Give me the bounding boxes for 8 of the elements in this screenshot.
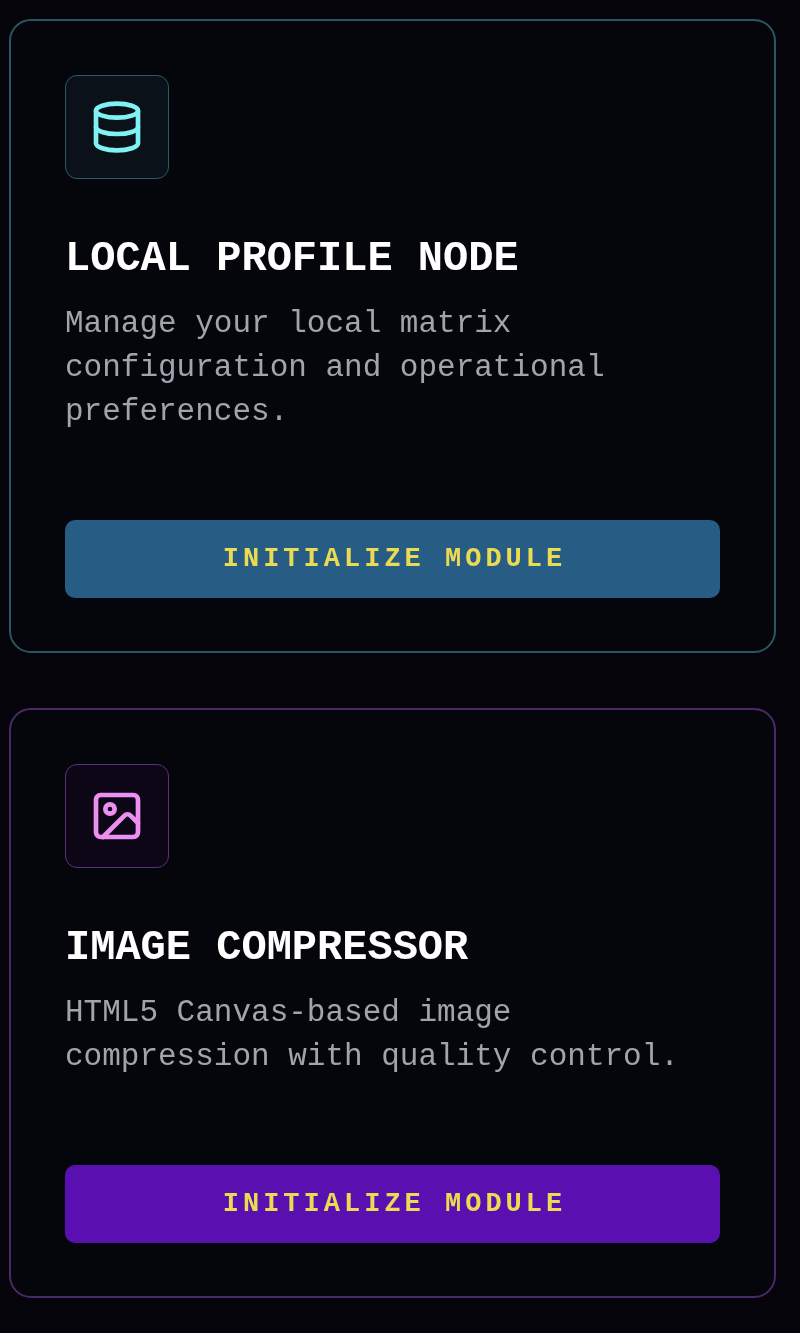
database-icon (65, 75, 169, 179)
image-icon (65, 764, 169, 868)
module-title: IMAGE COMPRESSOR (65, 923, 470, 973)
module-description: HTML5 Canvas-based image compression with quality control. (65, 994, 680, 1076)
module-title: LOCAL PROFILE NODE (65, 234, 520, 284)
module-description: Manage your local matrix configuration and operational preferences. (65, 305, 606, 431)
initialize-button[interactable]: INITIALIZE MODULE (65, 520, 720, 598)
initialize-button[interactable]: INITIALIZE MODULE (65, 1165, 720, 1243)
